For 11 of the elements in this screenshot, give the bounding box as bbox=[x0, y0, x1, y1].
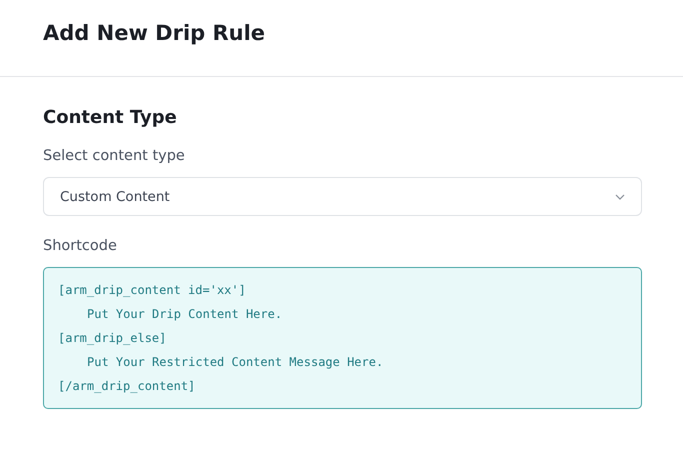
page-title: Add New Drip Rule bbox=[43, 21, 266, 47]
field-label: Shortcode bbox=[43, 238, 118, 254]
code-line: [arm_drip_content id='xx'] bbox=[58, 282, 247, 299]
code-line: Put Your Drip Content Here. bbox=[86, 306, 284, 323]
field-label: Select content type bbox=[43, 148, 186, 164]
code-line: [arm_drip_else] bbox=[58, 330, 168, 347]
section-title: Content Type bbox=[43, 107, 178, 128]
code-line: [/arm_drip_content] bbox=[58, 378, 196, 395]
code-line: Put Your Restricted Content Message Here. bbox=[86, 354, 384, 371]
chevron-down-icon bbox=[615, 194, 625, 200]
content-type-dropdown[interactable]: Custom Content bbox=[43, 177, 642, 216]
